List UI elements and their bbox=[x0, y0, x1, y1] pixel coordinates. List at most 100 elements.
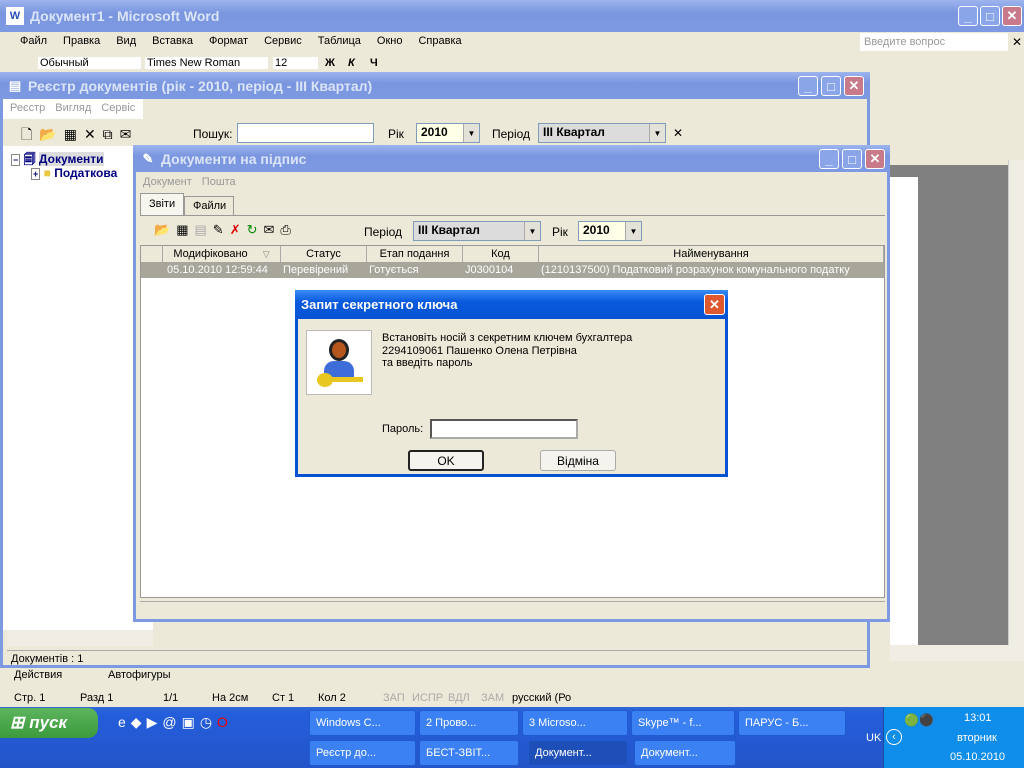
clock-icon[interactable]: ◷ bbox=[200, 714, 217, 730]
delete-icon[interactable]: ✗ bbox=[230, 222, 247, 237]
mail-icon[interactable]: ✉ bbox=[120, 126, 139, 142]
edit-icon[interactable]: ✎ bbox=[213, 222, 230, 237]
open-folder-icon[interactable]: 📂 bbox=[39, 126, 63, 142]
copy-icon[interactable]: ⧉ bbox=[103, 126, 120, 142]
task-best-zvit[interactable]: БЕСТ-ЗВІТ... bbox=[419, 740, 519, 766]
registry-title-bar: ▤ Реєстр документів (рік - 2010, період … bbox=[0, 72, 870, 99]
chevron-down-icon[interactable]: ▼ bbox=[649, 124, 665, 142]
docs-minimize-button[interactable]: _ bbox=[819, 149, 839, 169]
refresh-icon[interactable]: ↻ bbox=[247, 222, 264, 237]
word-menu-insert[interactable]: Вставка bbox=[152, 35, 193, 47]
collapse-icon[interactable]: − bbox=[11, 154, 21, 166]
draw-actions-button[interactable]: Действия bbox=[14, 669, 62, 681]
media-player-icon[interactable]: ▶ bbox=[147, 714, 163, 730]
font-select[interactable]: Times New Roman bbox=[145, 57, 268, 69]
opera-icon[interactable]: O bbox=[217, 714, 233, 730]
task-parus[interactable]: ПАРУС - Б... bbox=[738, 710, 846, 736]
docs-year-select[interactable]: 2010 ▼ bbox=[578, 221, 642, 241]
tray-icons[interactable]: 🟢⚫ bbox=[904, 713, 934, 727]
column-name[interactable]: Найменування bbox=[539, 246, 884, 262]
task-registry[interactable]: Реєстр до... bbox=[309, 740, 416, 766]
docs-period-select[interactable]: III Квартал ▼ bbox=[413, 221, 541, 241]
search-input[interactable] bbox=[237, 123, 374, 143]
outlook-icon[interactable]: @ bbox=[162, 714, 181, 730]
word-menu-table[interactable]: Таблица bbox=[318, 35, 361, 47]
tray-expand-icon[interactable]: ‹ bbox=[886, 729, 902, 745]
registry-close-button[interactable]: ✕ bbox=[844, 76, 864, 96]
word-menu-window[interactable]: Окно bbox=[377, 35, 403, 47]
column-code[interactable]: Код bbox=[463, 246, 539, 262]
column-modified[interactable]: Модифіковано ▽ bbox=[163, 246, 281, 262]
word-vertical-scrollbar[interactable] bbox=[1008, 160, 1024, 660]
batman-icon[interactable]: ◆ bbox=[131, 714, 147, 730]
word-minimize-button[interactable]: _ bbox=[958, 6, 978, 26]
word-horizontal-scrollbar[interactable] bbox=[890, 645, 1024, 661]
expand-icon[interactable]: + bbox=[31, 168, 41, 180]
task-docs-to-sign[interactable]: Документ... bbox=[528, 740, 628, 766]
ie-icon[interactable]: e bbox=[118, 714, 131, 730]
start-button[interactable]: ⊞ пуск bbox=[0, 708, 98, 738]
task-skype[interactable]: Skype™ - f... bbox=[631, 710, 735, 736]
receive-mail-icon[interactable]: ⎙ bbox=[280, 222, 296, 237]
registry-menu-registry[interactable]: Реєстр bbox=[10, 102, 45, 114]
word-menu-format[interactable]: Формат bbox=[209, 35, 248, 47]
underline-button[interactable]: Ч bbox=[370, 57, 378, 69]
word-page[interactable] bbox=[890, 177, 918, 645]
docs-menu-mail[interactable]: Пошта bbox=[202, 176, 236, 188]
docs-menu-document[interactable]: Документ bbox=[143, 176, 192, 188]
chevron-down-icon[interactable]: ▼ bbox=[463, 124, 479, 142]
registry-menu-view[interactable]: Вигляд bbox=[55, 102, 91, 114]
properties-icon[interactable]: ▦ bbox=[64, 126, 84, 142]
chevron-down-icon[interactable]: ▼ bbox=[524, 222, 540, 240]
ok-button[interactable]: OK bbox=[408, 450, 484, 471]
style-select[interactable]: Обычный bbox=[38, 57, 141, 69]
clear-filter-icon[interactable]: ✕ bbox=[673, 126, 683, 140]
open-icon[interactable]: 📂 bbox=[154, 222, 176, 237]
docs-maximize-button[interactable]: □ bbox=[842, 149, 862, 169]
tree-item-tax[interactable]: + ■ Податкова bbox=[31, 166, 117, 180]
word-menu-view[interactable]: Вид bbox=[116, 35, 136, 47]
column-status[interactable]: Статус bbox=[281, 246, 367, 262]
sign-icon[interactable]: ▤ bbox=[194, 222, 212, 237]
word-menu-help[interactable]: Справка bbox=[418, 35, 461, 47]
word-menu-file[interactable]: Файл bbox=[20, 35, 47, 47]
task-windows-commander[interactable]: Windows C... bbox=[309, 710, 416, 736]
send-mail-icon[interactable]: ✉ bbox=[264, 222, 281, 237]
clock-time[interactable]: 13:01 bbox=[964, 712, 992, 724]
properties-icon[interactable]: ▦ bbox=[176, 222, 194, 237]
autoshapes-button[interactable]: Автофигуры bbox=[108, 669, 171, 681]
word-close-doc-icon[interactable]: ✕ bbox=[1012, 35, 1022, 49]
registry-minimize-button[interactable]: _ bbox=[798, 76, 818, 96]
registry-menu-service[interactable]: Сервіс bbox=[101, 102, 135, 114]
registry-year-select[interactable]: 2010 ▼ bbox=[416, 123, 480, 143]
cell-status: Перевірений bbox=[283, 264, 349, 276]
docs-close-button[interactable]: ✕ bbox=[865, 149, 885, 169]
task-word[interactable]: Документ... bbox=[634, 740, 736, 766]
tab-files[interactable]: Файли bbox=[184, 196, 234, 215]
size-select[interactable]: 12 bbox=[273, 57, 318, 69]
dialog-close-button[interactable]: ✕ bbox=[704, 294, 725, 315]
registry-period-select[interactable]: III Квартал ▼ bbox=[538, 123, 666, 143]
task-excel[interactable]: 3 Microso... bbox=[522, 710, 628, 736]
language-indicator[interactable]: UK bbox=[866, 732, 881, 744]
word-help-input[interactable]: Введите вопрос bbox=[860, 33, 1008, 51]
password-input[interactable] bbox=[430, 419, 578, 439]
registry-maximize-button[interactable]: □ bbox=[821, 76, 841, 96]
italic-button[interactable]: К bbox=[348, 57, 355, 69]
delete-icon[interactable]: ✕ bbox=[84, 126, 103, 142]
word-close-button[interactable]: ✕ bbox=[1002, 6, 1022, 26]
word-menu-edit[interactable]: Правка bbox=[63, 35, 100, 47]
new-document-icon[interactable]: 🗋 bbox=[21, 126, 39, 142]
column-stage[interactable]: Етап подання bbox=[367, 246, 463, 262]
word-menu-tools[interactable]: Сервис bbox=[264, 35, 302, 47]
tab-reports[interactable]: Звіти bbox=[140, 193, 184, 215]
word-maximize-button[interactable]: □ bbox=[980, 6, 1000, 26]
task-explorer[interactable]: 2 Прово... bbox=[419, 710, 519, 736]
table-row[interactable]: 05.10.2010 12:59:44 Перевірений Готуєтьс… bbox=[141, 262, 884, 278]
bold-button[interactable]: Ж bbox=[325, 57, 335, 69]
tree-horizontal-scrollbar[interactable] bbox=[7, 630, 153, 646]
chevron-down-icon[interactable]: ▼ bbox=[625, 222, 641, 240]
cancel-button[interactable]: Відміна bbox=[540, 450, 616, 471]
start-label: пуск bbox=[29, 713, 68, 732]
save-icon[interactable]: ▣ bbox=[182, 714, 200, 730]
